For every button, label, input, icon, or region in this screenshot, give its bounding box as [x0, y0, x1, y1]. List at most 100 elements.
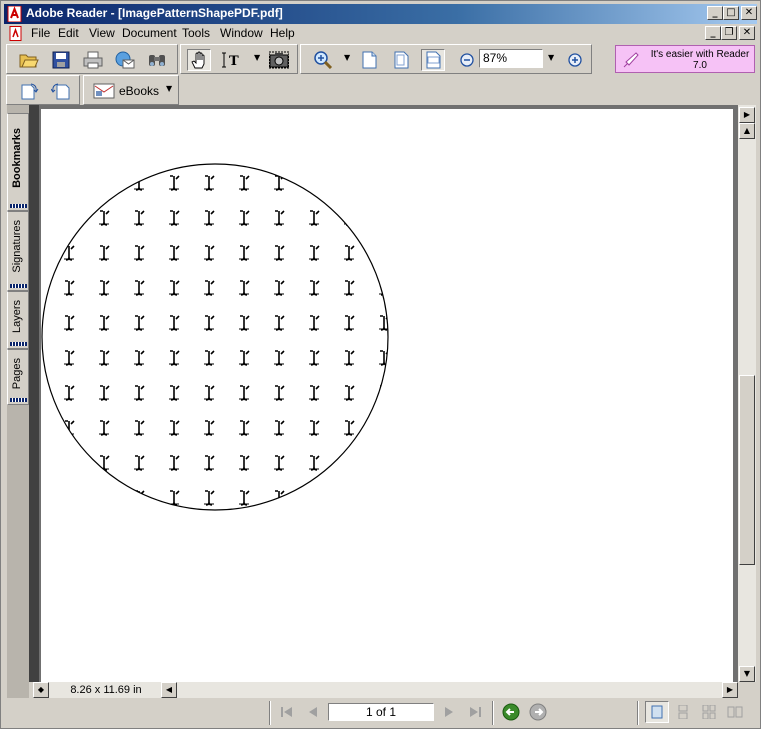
menu-file[interactable]: File: [31, 26, 50, 40]
pattern-tile: [379, 210, 388, 226]
menu-help[interactable]: Help: [270, 26, 295, 40]
menu-document[interactable]: Document: [122, 26, 177, 40]
scroll-right-arrow-icon[interactable]: ▶: [739, 107, 755, 123]
document-icon[interactable]: [9, 26, 23, 41]
zoom-out-button[interactable]: [455, 49, 479, 71]
pattern-tile: [99, 420, 110, 436]
pattern-tile: [239, 455, 250, 471]
page-size-toggle-icon[interactable]: ◆: [33, 682, 49, 698]
menu-edit[interactable]: Edit: [58, 26, 79, 40]
app-window: Adobe Reader - [ImagePatternShapePDF.pdf…: [0, 0, 761, 729]
zoom-dropdown-arrow[interactable]: ▼: [548, 53, 554, 62]
menu-tools[interactable]: Tools: [182, 26, 210, 40]
tab-signatures[interactable]: Signatures: [7, 211, 29, 291]
pattern-tile: [64, 385, 75, 401]
pattern-tile: [239, 280, 250, 296]
pdf-page[interactable]: [41, 109, 733, 682]
pattern-tile: [344, 280, 355, 296]
tab-signatures-label: Signatures: [11, 220, 23, 273]
facing-layout-button[interactable]: [699, 703, 719, 721]
tab-bookmarks[interactable]: Bookmarks: [7, 113, 29, 211]
ebooks-label[interactable]: eBooks: [119, 84, 159, 98]
ebooks-dropdown-arrow[interactable]: ▼: [166, 84, 172, 93]
save-button[interactable]: [49, 49, 73, 71]
pattern-tile: [64, 455, 75, 471]
first-page-button[interactable]: [277, 703, 297, 721]
snapshot-button[interactable]: [267, 49, 291, 71]
pattern-tile: [309, 350, 320, 366]
open-button[interactable]: [17, 49, 41, 71]
last-page-icon: [470, 707, 481, 717]
pattern-tile: [169, 245, 180, 261]
vertical-scroll-thumb[interactable]: [739, 375, 755, 565]
promo-banner[interactable]: It's easier with Reader 7.0: [615, 45, 755, 73]
next-view-button[interactable]: [528, 703, 548, 721]
rotate-toolbar: [6, 75, 80, 105]
search-icon: [149, 55, 165, 66]
hand-tool-button[interactable]: [187, 49, 211, 71]
pattern-tile: [309, 420, 320, 436]
vertical-scrollbar[interactable]: ▶ ▲ ▼: [738, 105, 756, 682]
ebooks-icon: [93, 83, 115, 99]
menu-window[interactable]: Window: [220, 26, 263, 40]
scroll-left-arrow-icon[interactable]: ◀: [161, 682, 177, 698]
navigation-pane-tabs: Bookmarks Signatures Layers Pages: [7, 105, 29, 698]
pattern-tile: [274, 455, 285, 471]
pattern-tile: [204, 420, 215, 436]
search-button[interactable]: [145, 49, 169, 71]
tab-layers[interactable]: Layers: [7, 291, 29, 349]
zoom-in-tool-button[interactable]: [311, 49, 335, 71]
fit-page-button[interactable]: [389, 49, 413, 71]
window-title: Adobe Reader - [ImagePatternShapePDF.pdf…: [26, 6, 283, 20]
zoom-tool-dropdown-arrow[interactable]: ▼: [344, 53, 350, 62]
tab-pages[interactable]: Pages: [7, 349, 29, 405]
select-dropdown-arrow[interactable]: ▼: [254, 53, 260, 62]
tab-bookmarks-label: Bookmarks: [11, 128, 23, 188]
maximize-button[interactable]: □: [723, 6, 739, 20]
pattern-tile: [169, 175, 180, 191]
single-page-layout-button[interactable]: [645, 701, 669, 723]
pattern-tile: [274, 210, 285, 226]
rotate-clockwise-button[interactable]: [17, 80, 41, 102]
pattern-tile: [379, 490, 388, 506]
pattern-tile: [134, 385, 145, 401]
print-button[interactable]: [81, 49, 105, 71]
statusbar-separator: [269, 701, 271, 725]
actual-size-button[interactable]: [357, 49, 381, 71]
minimize-button[interactable]: _: [707, 6, 723, 20]
doc-restore-button[interactable]: ❐: [721, 26, 737, 40]
tab-signatures-grip: [10, 284, 27, 288]
pattern-tile: [344, 490, 355, 506]
previous-page-button[interactable]: [303, 703, 323, 721]
pattern-tile: [414, 281, 424, 295]
previous-view-button[interactable]: [501, 703, 521, 721]
last-page-button[interactable]: [465, 703, 485, 721]
zoom-input[interactable]: 87%: [479, 49, 543, 68]
zoom-in-button[interactable]: [563, 49, 587, 71]
pattern-tile: [309, 315, 320, 331]
next-page-button[interactable]: [439, 703, 459, 721]
ebooks-button[interactable]: [92, 80, 116, 102]
select-text-icon: T: [222, 52, 239, 69]
pattern-tile: [99, 490, 110, 506]
doc-minimize-button[interactable]: _: [705, 26, 721, 40]
title-bar[interactable]: Adobe Reader - [ImagePatternShapePDF.pdf…: [4, 4, 757, 24]
pane-splitter[interactable]: [29, 105, 39, 682]
page-number-field[interactable]: 1 of 1: [328, 703, 434, 721]
pattern-tile: [309, 455, 320, 471]
continuous-facing-layout-button[interactable]: [725, 703, 745, 721]
close-button[interactable]: ✕: [741, 6, 757, 20]
doc-close-button[interactable]: ✕: [739, 26, 755, 40]
fit-width-button[interactable]: [421, 49, 445, 71]
email-button[interactable]: [113, 49, 137, 71]
scroll-up-arrow-icon[interactable]: ▲: [739, 123, 755, 139]
snapshot-icon: [269, 51, 289, 69]
select-text-button[interactable]: T: [221, 49, 245, 71]
scroll-right-arrow-icon[interactable]: ▶: [722, 682, 738, 698]
single-page-icon: [651, 705, 663, 719]
scroll-down-arrow-icon[interactable]: ▼: [739, 666, 755, 682]
rotate-counterclockwise-button[interactable]: [49, 80, 73, 102]
menu-view[interactable]: View: [89, 26, 115, 40]
continuous-layout-button[interactable]: [673, 703, 693, 721]
pattern-tile: [99, 385, 110, 401]
